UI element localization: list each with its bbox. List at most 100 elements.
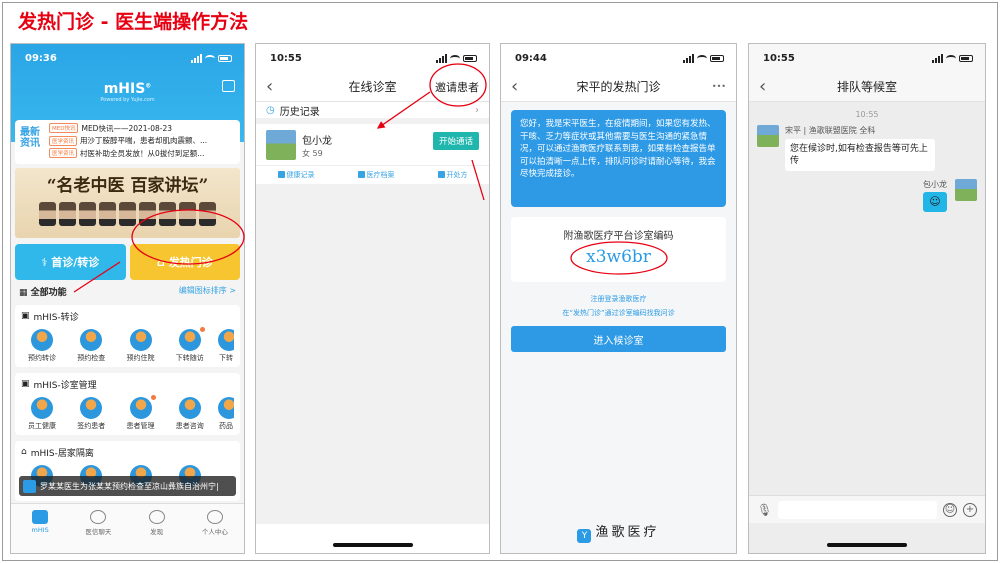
battery-icon bbox=[710, 54, 724, 62]
nav-bar: ‹ 排队等候室 bbox=[749, 72, 985, 102]
signal-icon bbox=[191, 53, 202, 63]
news-item[interactable]: MED快讯 MED快讯——2021-08-23 bbox=[49, 122, 237, 135]
phone-online-clinic: 10:55 ‹ 在线诊室 邀请患者 ◷ 历史记录 › 包小龙 女 59 开始通话 健… bbox=[255, 43, 490, 554]
wifi-icon bbox=[205, 54, 215, 62]
phone-waiting-room: 10:55 ‹ 排队等候室 10:55 宋平 | 渔歌联盟医院 全科 您在候诊时… bbox=[748, 43, 986, 554]
func-item[interactable]: 药品 bbox=[218, 397, 234, 431]
signal-icon bbox=[932, 53, 943, 63]
edit-order-link[interactable]: 编辑图标排序 > bbox=[179, 285, 236, 298]
tab-discover[interactable]: 发现 bbox=[137, 510, 177, 553]
message-bubble: 您在候诊时,如有检查报告等可先上传 bbox=[785, 139, 935, 171]
doctor-message: 宋平 | 渔歌联盟医院 全科 您在候诊时,如有检查报告等可先上传 bbox=[757, 125, 977, 171]
chevron-right-icon: › bbox=[475, 104, 479, 116]
func-item[interactable]: 下转随访 bbox=[169, 327, 211, 363]
patients-icon bbox=[129, 397, 152, 419]
sender-name: 宋平 | 渔歌联盟医院 全科 bbox=[785, 126, 876, 135]
home-indicator bbox=[827, 543, 907, 547]
stethoscope-icon: ⚕ bbox=[41, 255, 48, 269]
back-icon[interactable]: ‹ bbox=[511, 76, 531, 97]
banner-photos bbox=[35, 202, 220, 228]
home-indicator bbox=[332, 543, 413, 547]
back-icon[interactable]: ‹ bbox=[266, 76, 286, 97]
avatar[interactable] bbox=[757, 125, 779, 147]
plus-icon[interactable]: + bbox=[963, 502, 977, 517]
func-item[interactable]: 预约住院 bbox=[120, 329, 162, 363]
wifi-icon bbox=[946, 54, 956, 62]
invite-patient-button[interactable]: 邀请患者 bbox=[435, 79, 479, 95]
contract-icon bbox=[80, 397, 103, 419]
status-bar: 09:44 bbox=[501, 44, 736, 72]
func-item[interactable]: 员工健康 bbox=[21, 397, 63, 431]
patient-card[interactable]: 包小龙 女 59 开始通话 bbox=[256, 124, 489, 166]
notification-toast[interactable]: 罗某某医生为张某某预约检查至凉山彝族自治州宁| bbox=[19, 476, 236, 496]
bed-icon bbox=[129, 329, 152, 351]
fever-clinic-button[interactable]: ⌂ 发热门诊 bbox=[129, 244, 240, 280]
tab-chat[interactable]: 医信聊天 bbox=[78, 510, 118, 553]
medical-archive-link[interactable]: 医疗档案 bbox=[358, 170, 395, 180]
avatar[interactable] bbox=[955, 179, 977, 201]
enter-waiting-room-button[interactable]: 进入候诊室 bbox=[511, 326, 726, 352]
clinic-code: x3w6br bbox=[586, 247, 651, 267]
emoji-icon[interactable]: ☺ bbox=[943, 502, 957, 517]
patient-message: 包小龙 ☺ bbox=[757, 179, 977, 219]
news-tag: 最新资讯 bbox=[20, 127, 40, 149]
code-label: 附渔歌医疗平台诊室编码 bbox=[563, 231, 674, 242]
instructions: 注册登录渔歌医疗 在“发热门诊”通过诊室编码找我问诊 bbox=[501, 292, 736, 320]
page-title: 宋平的发热门诊 bbox=[576, 80, 661, 94]
patient-info: 女 59 bbox=[302, 149, 323, 158]
doctor-tab-icon bbox=[32, 510, 49, 524]
consult-icon bbox=[178, 397, 201, 419]
reply-name: 包小龙 bbox=[923, 180, 947, 189]
status-time: 09:44 bbox=[515, 52, 547, 64]
patient-name: 包小龙 bbox=[302, 136, 332, 147]
yuge-logo-icon: Y bbox=[577, 529, 592, 543]
tab-profile[interactable]: 个人中心 bbox=[195, 510, 235, 553]
back-icon[interactable]: ‹ bbox=[759, 76, 779, 97]
empty-area bbox=[256, 184, 489, 524]
func-item[interactable]: 患者咨询 bbox=[169, 397, 211, 431]
scan-icon[interactable] bbox=[222, 80, 235, 92]
followup-icon bbox=[178, 329, 201, 351]
clinic-code-box: 附渔歌医疗平台诊室编码 x3w6br bbox=[511, 217, 726, 282]
func-item[interactable]: 预约转诊 bbox=[21, 329, 63, 363]
room-icon: ▣ bbox=[21, 379, 30, 389]
avatar bbox=[266, 130, 296, 160]
referral-button[interactable]: ⚕ 首诊/转诊 bbox=[15, 244, 126, 280]
register-link[interactable]: 注册登录渔歌医疗 bbox=[501, 292, 736, 306]
chat-input[interactable] bbox=[778, 500, 937, 519]
wifi-icon bbox=[697, 54, 707, 62]
chat-timestamp: 10:55 bbox=[855, 110, 879, 119]
more-icon[interactable]: ••• bbox=[712, 82, 726, 91]
grid-icon: ▦ bbox=[19, 288, 28, 298]
start-call-button[interactable]: 开始通话 bbox=[432, 132, 479, 150]
func-item[interactable]: 下转 bbox=[218, 329, 234, 363]
func-item[interactable]: 签约患者 bbox=[70, 397, 112, 431]
staff-icon bbox=[31, 397, 53, 419]
news-panel[interactable]: 最新资讯 MED快讯 MED快讯——2021-08-23 医学资讯 用沙丁胺醇平喘，… bbox=[15, 120, 240, 164]
promo-banner[interactable]: “名老中医 百家讲坛” bbox=[15, 168, 240, 238]
notice-icon bbox=[23, 479, 36, 493]
nav-bar: ‹ 在线诊室 邀请患者 bbox=[256, 72, 489, 102]
func-item[interactable]: 患者管理 bbox=[120, 395, 162, 431]
status-time: 09:36 bbox=[25, 52, 57, 64]
section-referral: ▣ mHIS-转诊 预约转诊 预约检查 预约住院 下转随访 下转 bbox=[15, 305, 240, 367]
wifi-icon bbox=[450, 54, 460, 62]
section-clinic-management: ▣ mHIS-诊室管理 员工健康 签约患者 患者管理 患者咨询 药品 bbox=[15, 373, 240, 435]
microphone-icon[interactable]: 🎙 bbox=[757, 503, 772, 517]
page-title: 排队等候室 bbox=[836, 80, 897, 94]
prescribe-link[interactable]: 开处方 bbox=[438, 170, 468, 180]
tab-mhis[interactable]: mHIS bbox=[20, 510, 60, 553]
chat-icon bbox=[90, 510, 107, 524]
news-item[interactable]: 医学资讯 村医补助全员发放！从0拔付到足额... bbox=[49, 147, 237, 160]
section-title: mHIS-居家隔离 bbox=[30, 448, 94, 459]
app-brand-sub: Powered by Yujie.com bbox=[100, 97, 155, 103]
history-row[interactable]: ◷ 历史记录 › bbox=[256, 102, 489, 124]
section-title: mHIS-诊室管理 bbox=[33, 380, 97, 391]
patient-actions: 健康记录 医疗档案 开处方 bbox=[256, 166, 489, 184]
news-item[interactable]: 医学资讯 用沙丁胺醇平喘，患者却肌肉震颤、... bbox=[49, 135, 237, 148]
health-record-link[interactable]: 健康记录 bbox=[278, 170, 315, 180]
status-time: 10:55 bbox=[270, 52, 302, 64]
slide-title: 发热门诊 - 医生端操作方法 bbox=[18, 11, 249, 33]
func-item[interactable]: 预约检查 bbox=[70, 329, 112, 363]
person-icon bbox=[206, 510, 223, 524]
